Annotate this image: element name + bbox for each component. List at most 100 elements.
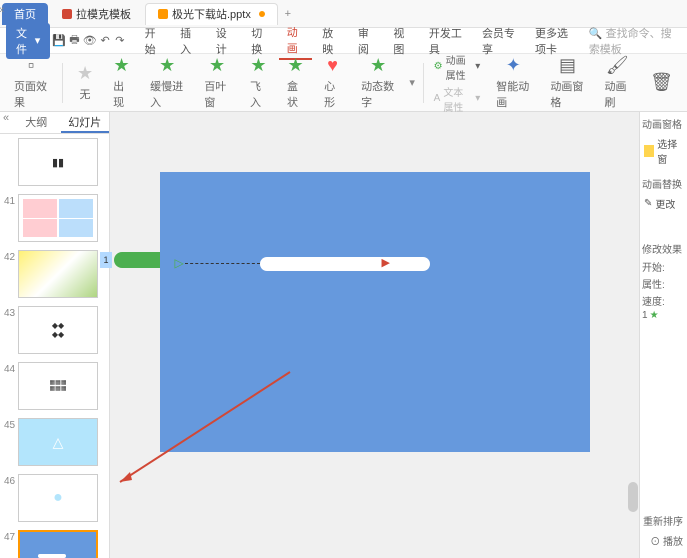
anim-list-item[interactable]: 1 ★ xyxy=(642,310,685,321)
tab-home[interactable]: 首页 xyxy=(2,3,48,25)
thumb-number: 42 xyxy=(4,250,18,263)
anim-flyin[interactable]: ★ 飞入 xyxy=(240,53,277,112)
thumb-number xyxy=(4,138,18,140)
button-label: 选择窗 xyxy=(657,136,683,166)
ribbon-label: 缓慢进入 xyxy=(150,78,184,110)
anim-fade[interactable]: ★ 缓慢进入 xyxy=(140,53,194,112)
tab-template[interactable]: 拉模克模板 xyxy=(50,3,143,25)
thumb-number: 43 xyxy=(4,306,18,319)
scroll-thumb[interactable] xyxy=(628,482,638,512)
panel-tabs: « 大纲 幻灯片 xyxy=(0,112,109,134)
star-icon: ★ xyxy=(77,63,93,84)
gear-icon: ⚙ xyxy=(434,61,443,72)
preview-icon[interactable]: 👁 xyxy=(83,33,97,49)
slide-panel: « 大纲 幻灯片 ▮▮ 41 42 43 ◆◆◆◆ xyxy=(0,112,110,558)
timeline-number: 1 xyxy=(100,252,112,268)
thumb-47[interactable]: 47 ▶ + xyxy=(0,530,109,558)
start-field[interactable]: 开始: xyxy=(642,259,685,274)
speed-field[interactable]: 速度: xyxy=(642,293,685,308)
thumb-43[interactable]: 43 ◆◆◆◆ xyxy=(0,306,109,354)
search-input[interactable]: 🔍 查找命令、搜索模板 xyxy=(589,25,681,57)
ribbon-label: 盒状 xyxy=(287,78,304,110)
tab-current-file[interactable]: 极光下载站.pptx xyxy=(145,3,278,25)
count-label: 1 xyxy=(642,310,648,321)
page-effect-icon: ▫ xyxy=(28,55,34,76)
delete-icon: 🗑 xyxy=(650,72,673,93)
chevron-down-icon[interactable]: ▾ xyxy=(405,76,419,89)
delete-anim-button[interactable]: 🗑 xyxy=(640,70,683,95)
tab-outline[interactable]: 大纲 xyxy=(12,112,61,133)
animation-pane-button[interactable]: ▤ 动画窗格 xyxy=(540,53,594,112)
thumb-45[interactable]: 45 △ xyxy=(0,418,109,466)
page-effect-button[interactable]: ▫ 页面效果 xyxy=(4,53,58,112)
redo-icon[interactable]: ↷ xyxy=(114,33,127,49)
separator xyxy=(62,63,63,103)
rounded-rectangle-shape[interactable] xyxy=(260,257,430,271)
motion-path[interactable] xyxy=(185,263,260,264)
anim-properties-button[interactable]: ⚙ 动画属性 ▾ xyxy=(434,52,481,82)
vertical-scrollbar[interactable] xyxy=(627,112,639,558)
play-button[interactable]: ⊙ 播放 xyxy=(650,533,683,548)
thumb-number: 41 xyxy=(4,194,18,207)
tab-label: 拉模克模板 xyxy=(76,6,131,22)
ribbon-label: 百叶窗 xyxy=(204,78,230,110)
thumb-41[interactable]: 41 xyxy=(0,194,109,242)
thumb-number: 44 xyxy=(4,362,18,375)
main-area: « 大纲 幻灯片 ▮▮ 41 42 43 ◆◆◆◆ xyxy=(0,112,687,558)
thumb-number: 47 xyxy=(4,530,18,543)
ribbon-label: 动画窗格 xyxy=(550,78,584,110)
end-marker-icon: ▶ xyxy=(382,256,390,269)
thumbnail-list: ▮▮ 41 42 43 ◆◆◆◆ 44 ▦▦▦▦▦▦ xyxy=(0,134,109,558)
anim-heart[interactable]: ♥ 心形 xyxy=(314,53,351,112)
anim-none[interactable]: ★ 无 xyxy=(67,61,103,104)
anim-box[interactable]: ★ 盒状 xyxy=(277,53,314,112)
section-label: 修改效果 xyxy=(642,241,685,256)
pencil-icon: ✎ xyxy=(644,198,652,209)
slide[interactable]: ▷ ▶ xyxy=(160,172,590,452)
star-icon: ★ xyxy=(650,310,659,321)
thumb-42[interactable]: 42 xyxy=(0,250,109,298)
change-button[interactable]: ✎ 更改 xyxy=(642,194,685,213)
ppt-icon xyxy=(158,9,168,19)
thumb-40[interactable]: ▮▮ xyxy=(0,138,109,186)
text-properties-button[interactable]: A 文本属性 ▾ xyxy=(434,84,481,114)
select-pane-button[interactable]: 选择窗 xyxy=(642,134,685,168)
button-label: 更改 xyxy=(655,196,675,211)
animation-pane: 动画窗格 选择窗 动画替换 ✎ 更改 修改效果 开始: 属性: 速度: 1 ★ … xyxy=(639,112,687,558)
chevron-down-icon: ▾ xyxy=(35,34,41,47)
file-label: 文件 xyxy=(16,25,32,57)
modified-indicator xyxy=(259,11,265,17)
anim-appear[interactable]: ★ 出现 xyxy=(103,53,140,112)
animation-brush-button[interactable]: 🖌 动画刷 xyxy=(595,53,641,112)
text-icon: A xyxy=(434,93,441,104)
anim-dynamic-number[interactable]: ★ 动态数字 xyxy=(351,53,405,112)
star-icon: ★ xyxy=(159,55,175,76)
property-field[interactable]: 属性: xyxy=(642,276,685,291)
ribbon-label: 文本属性 xyxy=(443,84,472,114)
anim-blinds[interactable]: ★ 百叶窗 xyxy=(194,53,240,112)
pane-title: 动画窗格 xyxy=(642,116,685,131)
ribbon-label: 飞入 xyxy=(250,78,267,110)
canvas[interactable]: 1 ▷ ▶ xyxy=(110,112,639,558)
anim-options: ⚙ 动画属性 ▾ A 文本属性 ▾ xyxy=(428,50,487,116)
star-icon: ★ xyxy=(250,55,266,76)
thumb-number: 46 xyxy=(4,474,18,487)
smart-animation-button[interactable]: ✦ 智能动画 xyxy=(486,53,540,112)
collapse-ribbon-icon[interactable]: « xyxy=(0,4,8,14)
ribbon-label: 页面效果 xyxy=(14,78,48,110)
wps-icon xyxy=(62,9,72,19)
tab-slides[interactable]: 幻灯片 xyxy=(61,112,110,133)
print-icon[interactable]: 🖶 xyxy=(68,33,81,49)
ribbon-label: 心形 xyxy=(324,78,341,110)
add-tab-button[interactable]: + xyxy=(278,8,298,20)
thumb-44[interactable]: 44 ▦▦▦▦▦▦ xyxy=(0,362,109,410)
star-icon: ★ xyxy=(370,55,386,76)
ribbon-label: 智能动画 xyxy=(496,78,530,110)
save-icon[interactable]: 💾 xyxy=(52,33,66,49)
thumb-46[interactable]: 46 ● xyxy=(0,474,109,522)
thumb-number: 45 xyxy=(4,418,18,431)
smart-icon: ✦ xyxy=(506,55,521,76)
ribbon-label: 动画属性 xyxy=(446,52,473,82)
undo-icon[interactable]: ↶ xyxy=(99,33,112,49)
collapse-panel-icon[interactable]: « xyxy=(0,112,12,133)
